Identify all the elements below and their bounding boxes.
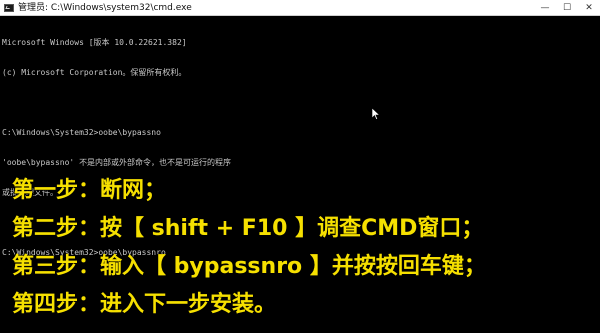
window-title: 管理员: C:\Windows\system32\cmd.exe: [18, 2, 192, 13]
console-line: C:\Windows\System32>oobe\bypassno: [2, 128, 161, 137]
mouse-pointer-icon: [372, 108, 380, 120]
console-line: 'oobe\bypassno' 不是内部或外部命令，也不是可运行的程序: [2, 158, 232, 167]
window-controls: — ☐ ✕: [534, 0, 600, 16]
console-output[interactable]: Microsoft Windows [版本 10.0.22621.382] (c…: [0, 16, 600, 257]
instruction-step-1: 第一步：断网；: [12, 178, 167, 203]
maximize-icon[interactable]: ☐: [556, 0, 578, 16]
instruction-overlay: 第一步：断网； 第二步：按【 shift + F10 】调查CMD窗口； 第三步…: [12, 172, 600, 324]
console-line: (c) Microsoft Corporation。保留所有权利。: [2, 68, 187, 77]
title-bar: 管理员: C:\Windows\system32\cmd.exe — ☐ ✕: [0, 0, 600, 16]
console-line: Microsoft Windows [版本 10.0.22621.382]: [2, 38, 187, 47]
instruction-step-4: 第四步：进入下一步安装。: [12, 292, 277, 317]
instruction-step-3: 第三步：输入【 bypassnro 】并按按回车键；: [12, 254, 486, 279]
close-icon[interactable]: ✕: [578, 0, 600, 16]
cmd-app-icon: [4, 3, 14, 12]
minimize-icon[interactable]: —: [534, 0, 556, 16]
instruction-step-2: 第二步：按【 shift + F10 】调查CMD窗口；: [12, 216, 484, 241]
